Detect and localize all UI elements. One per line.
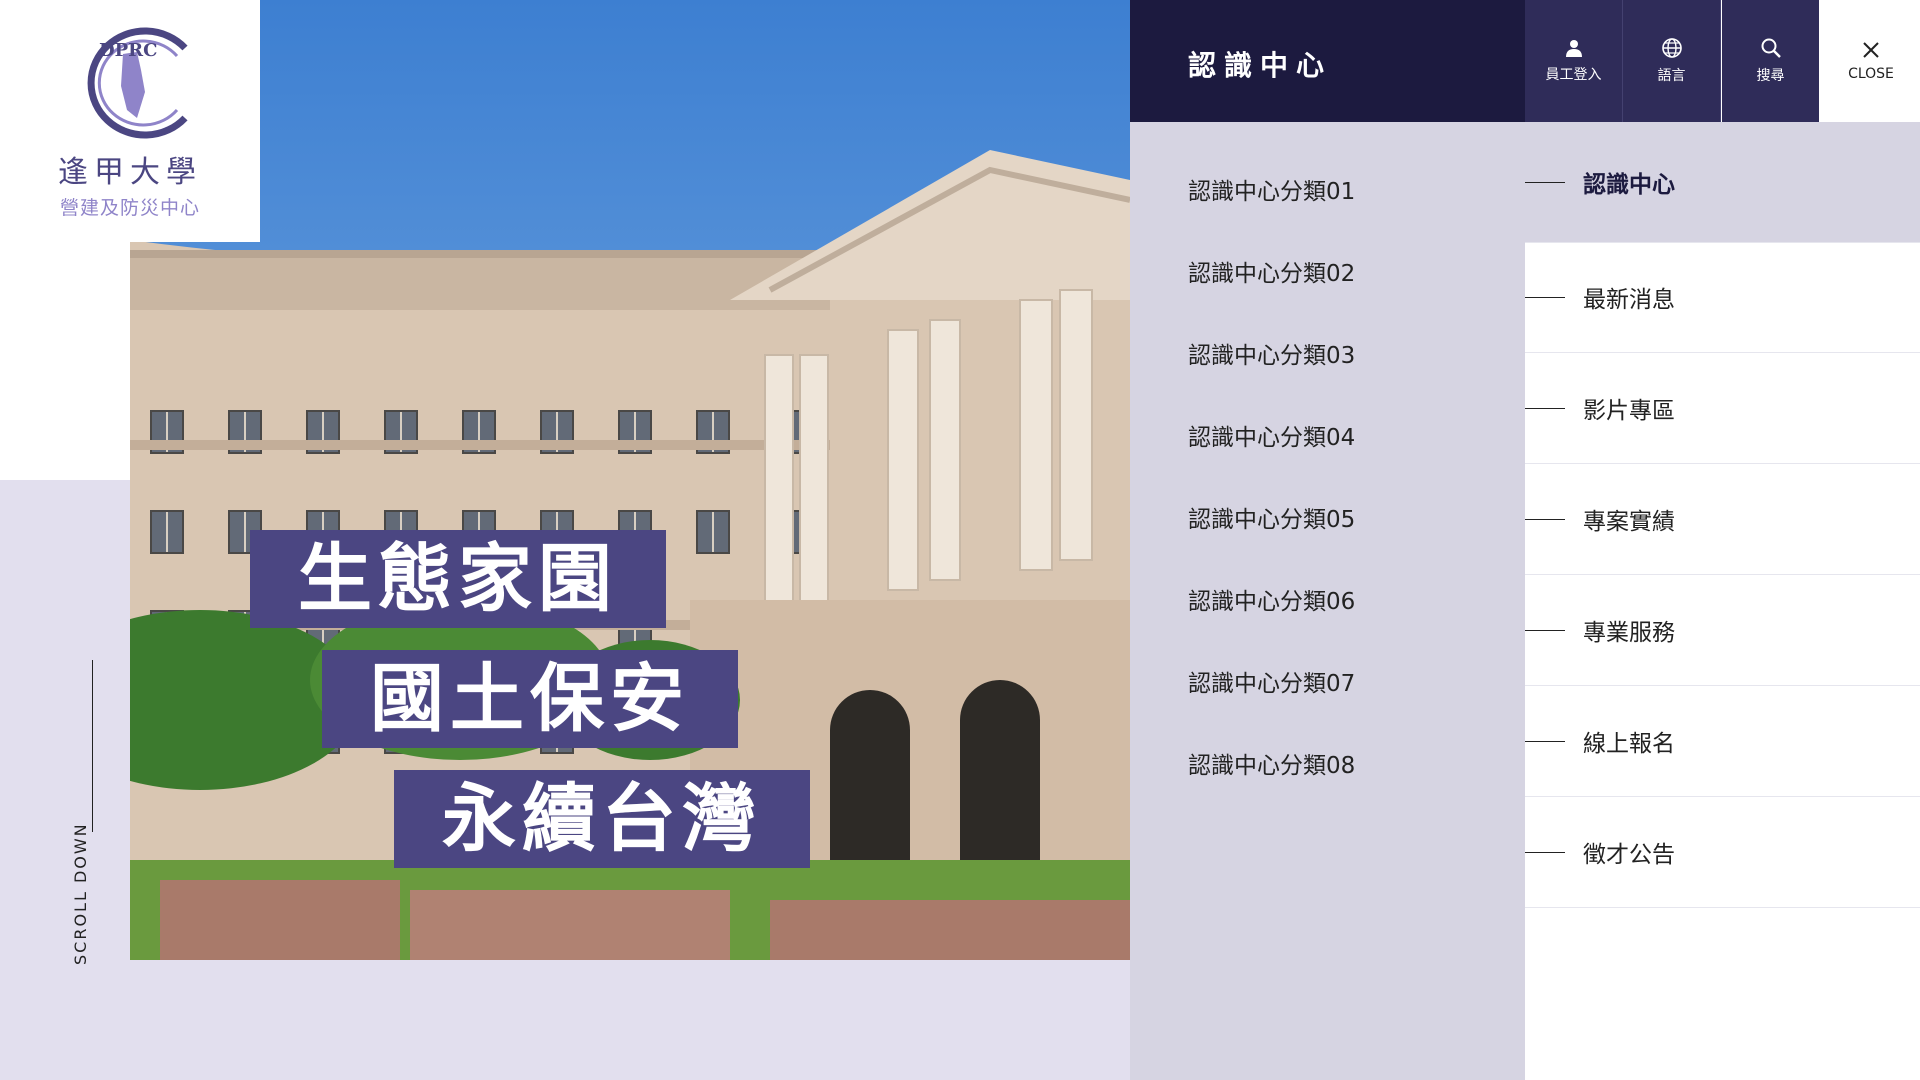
staff-login-button[interactable]: 員工登入	[1525, 0, 1623, 122]
category-item-04[interactable]: 認識中心分類04	[1188, 418, 1355, 452]
language-button[interactable]: 語言	[1623, 0, 1721, 122]
nav-item-careers[interactable]: 徵才公告	[1525, 797, 1920, 908]
site-logo[interactable]: DPRC 逢甲大學 營建及防災中心	[0, 0, 260, 242]
hero-slogan-1: 生態家園	[250, 530, 666, 628]
nav-dash	[1525, 519, 1565, 520]
category-item-01[interactable]: 認識中心分類01	[1188, 172, 1355, 206]
nav-label: 專案實績	[1583, 509, 1675, 535]
nav-label: 認識中心	[1583, 172, 1675, 198]
search-icon	[1761, 38, 1781, 58]
nav-label: 影片專區	[1583, 398, 1675, 424]
user-icon	[1565, 40, 1582, 57]
search-label: 搜尋	[1756, 68, 1785, 84]
nav-dash	[1525, 182, 1565, 183]
nav-item-about[interactable]: 認識中心	[1525, 122, 1920, 243]
nav-label: 最新消息	[1583, 287, 1675, 313]
nav-dash	[1525, 741, 1565, 742]
dprc-logo-icon: DPRC	[87, 27, 188, 139]
nav-label: 專業服務	[1583, 620, 1675, 646]
scroll-down-label[interactable]: SCROLL DOWN	[71, 822, 90, 965]
nav-item-news[interactable]: 最新消息	[1525, 242, 1920, 353]
category-item-03[interactable]: 認識中心分類03	[1188, 336, 1355, 370]
svg-text:DPRC: DPRC	[99, 40, 157, 61]
nav-item-services[interactable]: 專業服務	[1525, 575, 1920, 686]
nav-dash	[1525, 630, 1565, 631]
globe-icon	[1661, 38, 1682, 58]
nav-dash	[1525, 408, 1565, 409]
category-item-07[interactable]: 認識中心分類07	[1188, 664, 1355, 698]
nav-item-videos[interactable]: 影片專區	[1525, 353, 1920, 464]
staff-login-label: 員工登入	[1545, 67, 1602, 83]
nav-item-projects[interactable]: 專案實績	[1525, 464, 1920, 575]
logo-university-name: 逢甲大學	[58, 155, 202, 190]
search-button[interactable]: 搜尋	[1722, 0, 1819, 122]
category-item-06[interactable]: 認識中心分類06	[1188, 582, 1355, 616]
nav-label: 徵才公告	[1583, 842, 1675, 868]
close-menu-button[interactable]: CLOSE	[1822, 0, 1920, 122]
hero-slogan-3: 永續台灣	[394, 770, 810, 868]
scroll-indicator-line	[92, 660, 93, 832]
menu-title: 認識中心	[1188, 49, 1333, 82]
language-label: 語言	[1657, 68, 1686, 84]
close-icon	[1863, 42, 1879, 58]
menu-header: 認識中心	[1130, 0, 1525, 122]
category-list: 認識中心分類01 認識中心分類02 認識中心分類03 認識中心分類04 認識中心…	[1130, 122, 1525, 1080]
nav-label: 線上報名	[1583, 731, 1675, 757]
close-label: CLOSE	[1848, 66, 1894, 82]
nav-dash	[1525, 297, 1565, 298]
nav-item-registration[interactable]: 線上報名	[1525, 686, 1920, 797]
main-navigation: 認識中心 最新消息 影片專區 專案實績 專業服務 線上報名 徵才公告	[1525, 122, 1920, 1080]
logo-center-name: 營建及防災中心	[59, 197, 200, 219]
hero-slogan-2: 國土保安	[322, 650, 738, 748]
nav-dash	[1525, 852, 1565, 853]
category-item-02[interactable]: 認識中心分類02	[1188, 254, 1355, 288]
category-item-08[interactable]: 認識中心分類08	[1188, 746, 1355, 780]
category-item-05[interactable]: 認識中心分類05	[1188, 500, 1355, 534]
